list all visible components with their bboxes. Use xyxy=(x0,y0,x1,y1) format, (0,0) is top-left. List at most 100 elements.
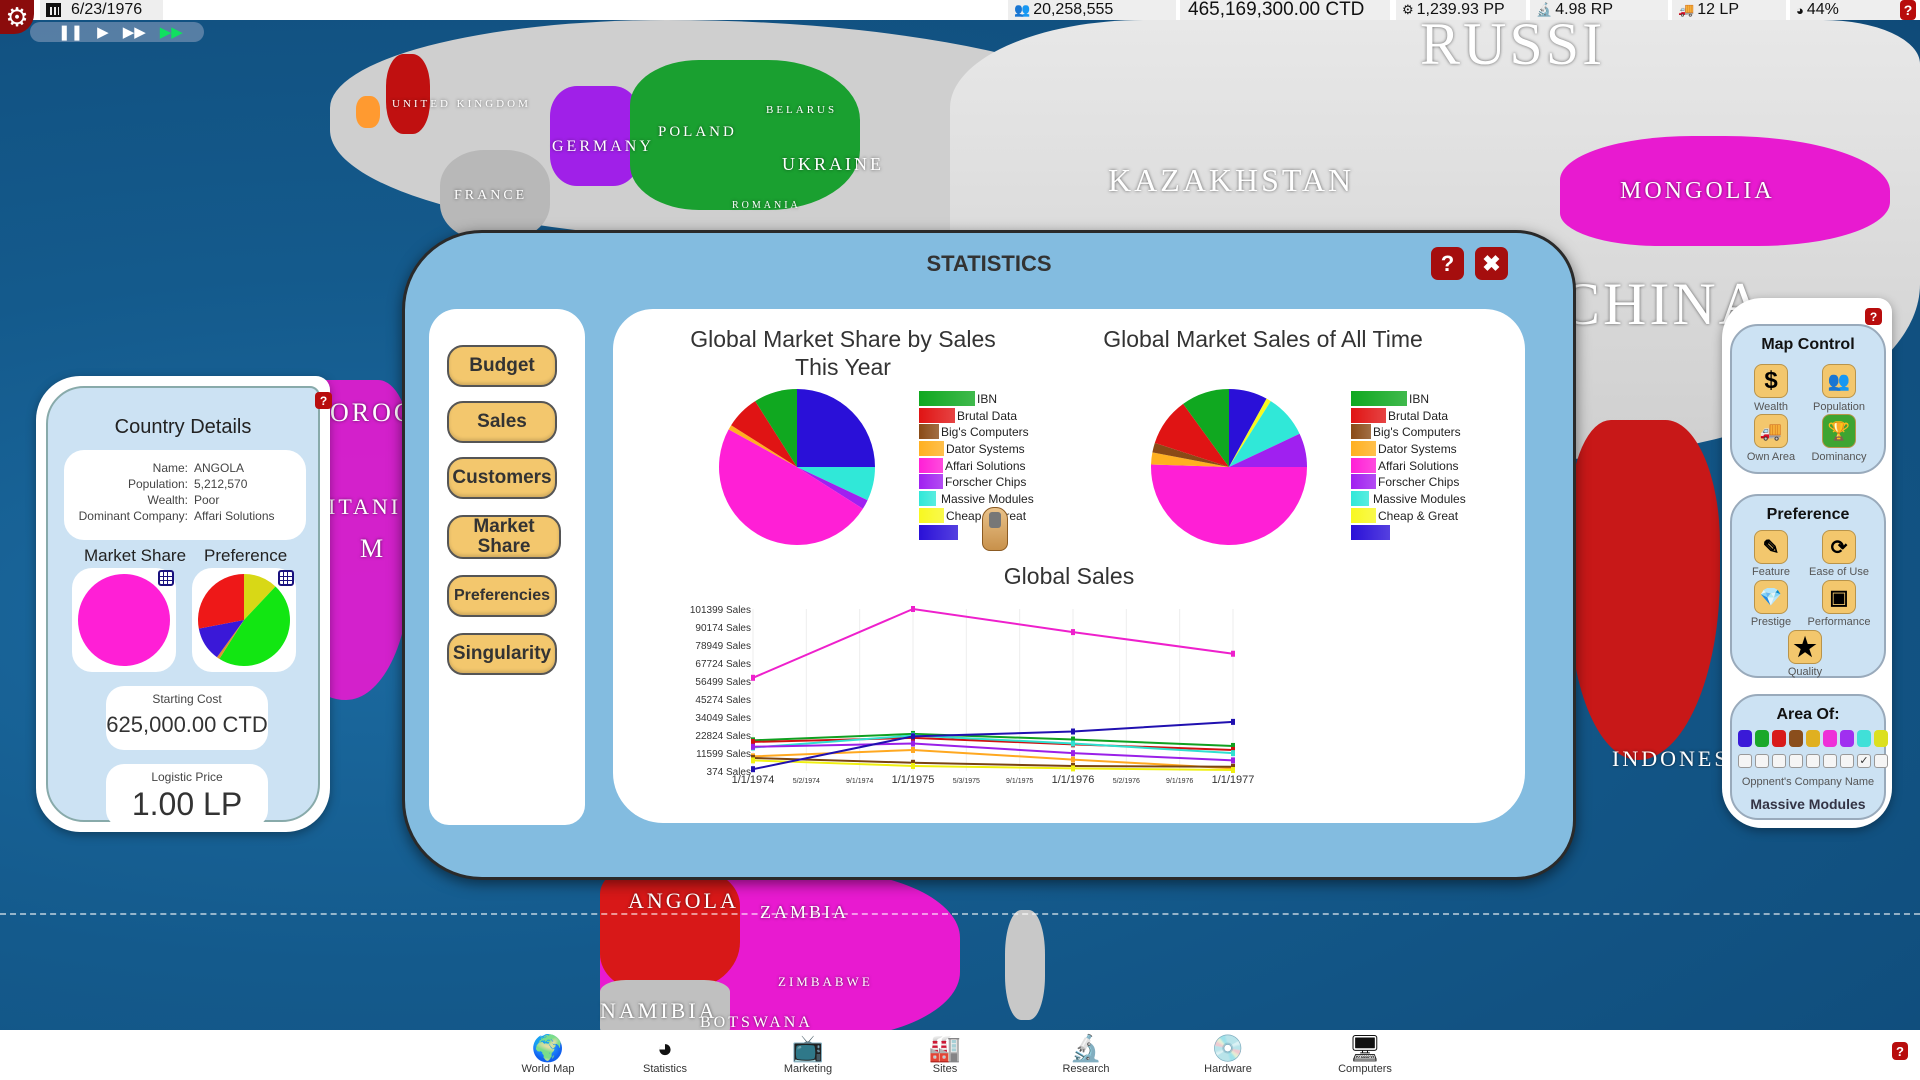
research-icon: 🔬 xyxy=(1069,1033,1103,1063)
menu-customers-button[interactable]: Customers xyxy=(447,457,557,499)
map-country-label: BELARUS xyxy=(766,104,838,116)
fast-forward-button[interactable]: ▶▶ xyxy=(123,25,146,40)
y-tick-label: 56499 Sales xyxy=(695,677,751,688)
x-tick-label: 1/1/1975 xyxy=(892,774,935,786)
population-map-button[interactable]: 👥 xyxy=(1822,364,1856,398)
menu-sales-button[interactable]: Sales xyxy=(447,401,557,443)
hardware-icon: 💿 xyxy=(1211,1033,1245,1063)
ease-of-use-map-button[interactable]: ⟳ xyxy=(1822,530,1856,564)
bottom-help-button[interactable]: ? xyxy=(1892,1042,1908,1060)
statistics-help-button[interactable]: ? xyxy=(1431,247,1464,280)
dominancy-map-button[interactable]: 🏆 xyxy=(1822,414,1856,448)
prestige-map-button[interactable]: 💎 xyxy=(1754,580,1788,614)
grid-icon[interactable] xyxy=(158,570,174,586)
nav-label: Sites xyxy=(932,1063,958,1075)
legend-item: IBN xyxy=(919,391,1059,408)
fastest-forward-button[interactable]: ▶▶ xyxy=(160,25,183,40)
nav-statistics-button[interactable]: ◕ Statistics xyxy=(615,1033,715,1075)
grid-icon[interactable] xyxy=(278,570,294,586)
nav-computers-button[interactable]: 🖥 Computers xyxy=(1315,1033,1415,1075)
southeast-asia xyxy=(1570,420,1720,760)
statistics-close-button[interactable]: ✖ xyxy=(1475,247,1508,280)
nav-marketing-button[interactable]: 📺 Marketing xyxy=(758,1033,858,1075)
feature-map-button[interactable]: ✎ xyxy=(1754,530,1788,564)
area-checkbox[interactable] xyxy=(1806,754,1820,768)
legend-swatch xyxy=(1351,407,1386,423)
nav-label: Hardware xyxy=(1204,1063,1252,1075)
legend-label: Affari Solutions xyxy=(1378,458,1459,473)
legend-item: Brutal Data xyxy=(919,407,1059,425)
legend-label: Big's Computers xyxy=(1373,425,1461,440)
area-checkbox[interactable] xyxy=(1840,754,1854,768)
legend-swatch xyxy=(919,457,943,473)
menu-market-share-button[interactable]: Market Share xyxy=(447,515,561,559)
date-display: 6/23/1976 xyxy=(40,0,163,20)
area-checkbox[interactable] xyxy=(1772,754,1786,768)
preference-label: Preference xyxy=(204,546,288,565)
legend-label: Dator Systems xyxy=(946,442,1025,457)
quality-map-button[interactable]: ★ xyxy=(1788,630,1822,664)
statistics-chart-area: Global Market Share by Sales This Year G… xyxy=(613,309,1525,823)
y-tick-label: 78949 Sales xyxy=(695,641,751,652)
area-checkbox[interactable] xyxy=(1738,754,1752,768)
area-checkbox[interactable] xyxy=(1823,754,1837,768)
menu-singularity-button[interactable]: Singularity xyxy=(447,633,557,675)
map-country-label: ROMANIA xyxy=(732,200,801,211)
pause-button[interactable]: ❚❚ xyxy=(58,25,83,40)
statistics-dialog: STATISTICS ? ✖ Budget Sales Customers Ma… xyxy=(402,230,1576,880)
data-point xyxy=(1071,728,1075,735)
map-country-label: UKRAINE xyxy=(782,154,884,174)
data-point xyxy=(911,740,915,747)
wealth-map-button[interactable]: $ xyxy=(1754,364,1788,398)
population-label: Population xyxy=(1813,401,1865,413)
nav-world-map-button[interactable]: 🌍 World Map xyxy=(498,1033,598,1075)
dominant-company: Affari Solutions xyxy=(194,509,275,523)
map-control-help-button[interactable]: ? xyxy=(1865,308,1882,325)
area-checkbox[interactable] xyxy=(1789,754,1803,768)
nav-research-button[interactable]: 🔬 Research xyxy=(1036,1033,1136,1075)
menu-budget-button[interactable]: Budget xyxy=(447,345,557,387)
area-color-swatch xyxy=(1789,730,1803,747)
map-control-title: Map Control xyxy=(1761,336,1855,353)
preference-title: Preference xyxy=(1766,506,1850,523)
country-name: ANGOLA xyxy=(194,461,245,475)
calendar-icon xyxy=(46,3,61,17)
series-line xyxy=(752,607,1234,679)
help-button[interactable]: ? xyxy=(1900,0,1916,20)
map-control-panel: ? Map Control $ Wealth 👥 Population 🚚 Ow… xyxy=(1722,298,1892,828)
country-population-row: Population: 5,212,570 xyxy=(64,476,306,492)
legend-swatch xyxy=(1351,507,1376,523)
nav-label: Marketing xyxy=(783,1063,833,1075)
legend-swatch xyxy=(1351,524,1390,540)
pie2-legend: IBN Brutal Data Big's Computers Dator Syste… xyxy=(1351,391,1491,541)
play-button[interactable]: ▶ xyxy=(97,25,109,40)
own-area-map-button[interactable]: 🚚 xyxy=(1754,414,1788,448)
global-sales-line-chart: 101399 Sales 90174 Sales 78949 Sales 67724 … xyxy=(690,605,1255,786)
dollar-icon: $ xyxy=(1764,367,1778,394)
area-checkbox[interactable] xyxy=(1755,754,1769,768)
legend-label: Massive Modules xyxy=(1373,492,1466,507)
nav-sites-button[interactable]: 🏭 Sites xyxy=(895,1033,995,1075)
market-share-pie-box xyxy=(72,568,176,672)
legend-swatch xyxy=(919,524,958,540)
stat-market-share: ◕ 44% xyxy=(1790,0,1900,20)
podium-icon: 🏆 xyxy=(1827,420,1851,441)
country-help-button[interactable]: ? xyxy=(315,392,332,409)
country-ireland xyxy=(356,96,380,128)
nav-hardware-button[interactable]: 💿 Hardware xyxy=(1178,1033,1278,1075)
area-color-swatch xyxy=(1806,730,1820,747)
area-checkbox[interactable] xyxy=(1874,754,1888,768)
starting-cost-label: Starting Cost xyxy=(152,692,222,706)
performance-map-button[interactable]: ▣ xyxy=(1822,580,1856,614)
x-tick-label: 5/3/1975 xyxy=(953,778,980,785)
country-germany xyxy=(550,86,640,186)
gear-icon: ⚙ xyxy=(5,2,29,32)
map-country-label: GERMANY xyxy=(552,138,654,155)
top-bar: 6/23/1976 👥 20,258,555 465,169,300.00 CTD ⚙… xyxy=(0,0,1920,20)
menu-preferencies-button[interactable]: Preferencies xyxy=(447,575,557,617)
area-checkbox[interactable]: ✓ xyxy=(1857,754,1871,768)
legend-label: Massive Modules xyxy=(941,492,1034,507)
field-label: Population: xyxy=(127,477,188,491)
area-color-swatches xyxy=(1738,730,1888,747)
pie-icon: ◕ xyxy=(1796,2,1804,18)
